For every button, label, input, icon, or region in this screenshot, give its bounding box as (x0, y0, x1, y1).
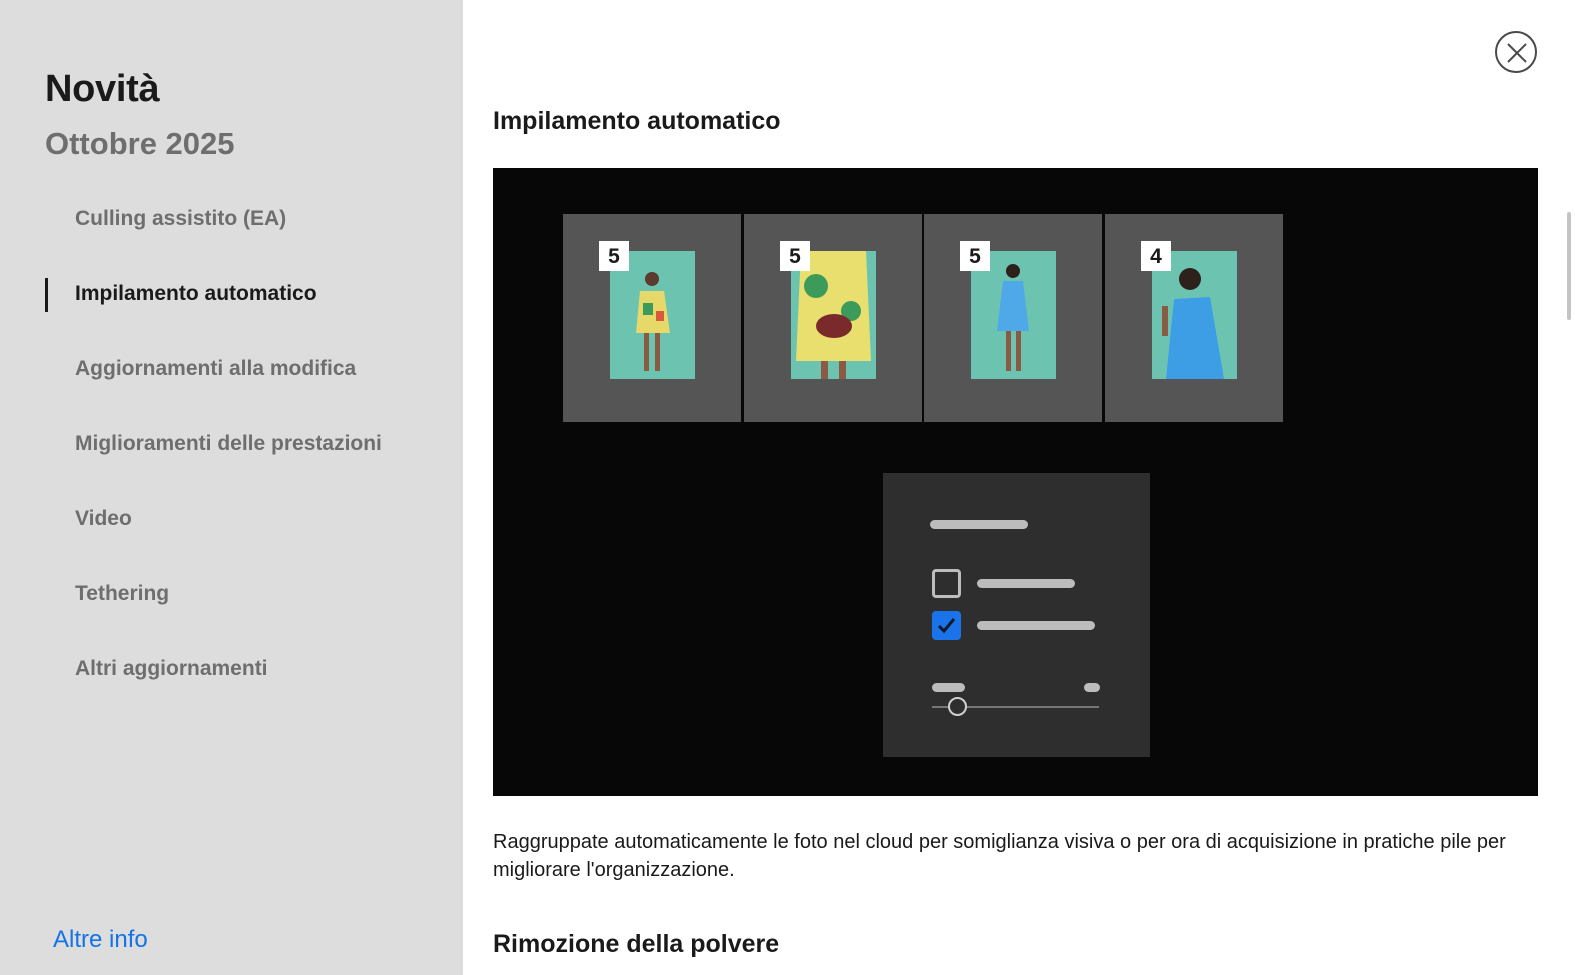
sidebar-item-label: Impilamento automatico (75, 282, 317, 305)
checkbox-unchecked (932, 569, 961, 598)
placeholder-bar (932, 683, 965, 692)
sidebar-item-label: Miglioramenti delle prestazioni (75, 432, 382, 455)
photo-stack-thumbnail: 5 (744, 214, 922, 422)
photo-stack-thumbnail: 5 (563, 214, 741, 422)
sidebar-subtitle: Ottobre 2025 (45, 126, 235, 161)
placeholder-bar (1084, 683, 1100, 692)
sidebar-item-altri[interactable]: Altri aggiornamenti (45, 649, 445, 724)
sidebar: Novità Ottobre 2025 Culling assistito (E… (0, 0, 463, 975)
stack-count-badge: 5 (960, 241, 990, 271)
sidebar-nav: Culling assistito (EA) Impilamento autom… (45, 199, 445, 724)
stack-count-badge: 5 (780, 241, 810, 271)
sidebar-item-label: Aggiornamenti alla modifica (75, 357, 357, 380)
scrollbar-thumb[interactable] (1567, 212, 1571, 320)
placeholder-bar (977, 621, 1095, 630)
checkmark-icon (937, 618, 956, 634)
sidebar-item-aggiornamenti-modifica[interactable]: Aggiornamenti alla modifica (45, 349, 445, 424)
stack-count-badge: 5 (599, 241, 629, 271)
sidebar-item-label: Tethering (75, 582, 170, 605)
sidebar-item-label: Altri aggiornamenti (75, 657, 268, 680)
sidebar-item-video[interactable]: Video (45, 499, 445, 574)
slider-knob (948, 697, 967, 716)
placeholder-bar (977, 579, 1075, 588)
main-content: Impilamento automatico 5 5 5 4 Raggruppa… (463, 0, 1575, 975)
section-title: Rimozione della polvere (493, 930, 780, 958)
stack-count-badge: 4 (1141, 241, 1171, 271)
sidebar-item-tethering[interactable]: Tethering (45, 574, 445, 649)
photo-stack-thumbnail: 4 (1105, 214, 1283, 422)
placeholder-bar (930, 520, 1028, 529)
section-title: Impilamento automatico (493, 107, 781, 135)
sidebar-item-prestazioni[interactable]: Miglioramenti delle prestazioni (45, 424, 445, 499)
close-icon (1507, 43, 1527, 63)
stacking-settings-panel (883, 473, 1150, 757)
section-description: Raggruppate automaticamente le foto nel … (493, 831, 1506, 881)
checkbox-checked (932, 611, 961, 640)
sidebar-item-impilamento[interactable]: Impilamento automatico (45, 274, 445, 349)
active-indicator (45, 278, 48, 312)
photo-stack-thumbnail: 5 (924, 214, 1102, 422)
close-button[interactable] (1495, 31, 1537, 73)
sidebar-item-label: Culling assistito (EA) (75, 207, 287, 230)
sidebar-title: Novità (45, 68, 160, 110)
more-info-link[interactable]: Altre info (53, 926, 148, 954)
feature-illustration: 5 5 5 4 (493, 168, 1538, 796)
sidebar-item-label: Video (75, 507, 132, 530)
sidebar-item-culling[interactable]: Culling assistito (EA) (45, 199, 445, 274)
